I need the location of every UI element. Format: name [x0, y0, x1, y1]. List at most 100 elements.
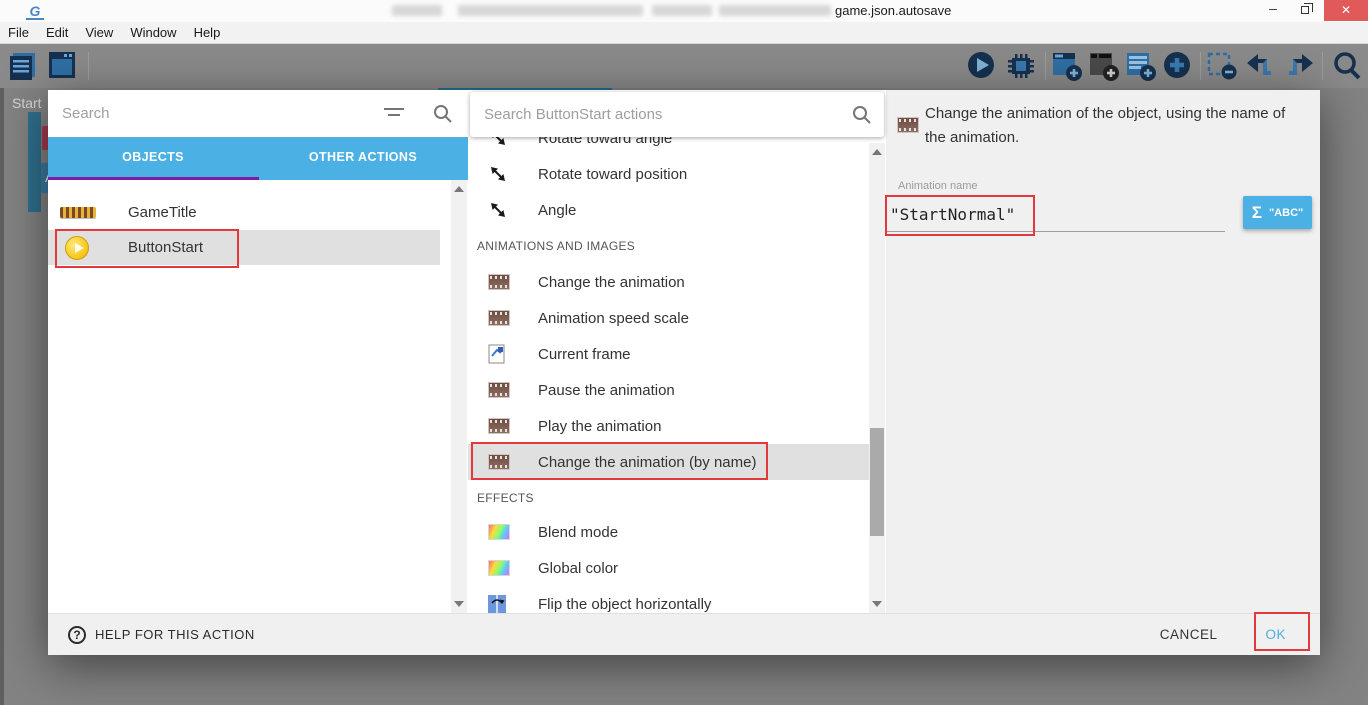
sigma-icon: Σ	[1252, 203, 1262, 223]
start-page-icon[interactable]	[48, 51, 78, 81]
object-name: ButtonStart	[128, 239, 203, 256]
animation-icon	[488, 418, 510, 434]
tab-objects[interactable]: OBJECTS	[48, 137, 258, 180]
action-label: Angle	[538, 202, 576, 219]
action-label: Change the animation	[538, 274, 685, 291]
menu-view[interactable]: View	[85, 25, 113, 40]
toolbar-separator	[1322, 52, 1323, 80]
tab-other-actions[interactable]: OTHER ACTIONS	[258, 137, 468, 180]
rotate-arrow-icon	[488, 200, 508, 220]
flip-horizontal-icon	[488, 595, 506, 613]
action-row[interactable]: Global color	[468, 550, 869, 586]
toolbar-search-icon[interactable]	[1332, 51, 1364, 83]
action-label: Play the animation	[538, 418, 661, 435]
play-icon[interactable]	[966, 51, 998, 81]
menu-edit[interactable]: Edit	[46, 25, 68, 40]
object-row-gametitle[interactable]: GameTitle	[48, 195, 440, 230]
section-header: ANIMATIONS AND IMAGES	[468, 228, 869, 264]
scroll-down-icon[interactable]	[872, 601, 882, 607]
add-external-events-icon[interactable]	[1126, 51, 1158, 83]
restore-button[interactable]	[1290, 0, 1324, 21]
help-for-this-action-button[interactable]: HELP FOR THIS ACTION	[68, 626, 255, 644]
animation-name-input[interactable]	[886, 198, 1225, 232]
expression-builder-button[interactable]: Σ "ABC"	[1243, 196, 1312, 229]
object-search-icon[interactable]	[433, 104, 453, 124]
filter-icon[interactable]	[382, 107, 406, 121]
project-manager-icon[interactable]	[10, 51, 40, 81]
object-list-scrollbar[interactable]	[451, 180, 467, 613]
add-icon[interactable]	[1163, 51, 1195, 83]
window-title: game.json.autosave	[835, 3, 951, 18]
scene-tab-label: Start	[12, 95, 42, 111]
scroll-up-icon[interactable]	[454, 186, 464, 192]
action-label: Rotate toward position	[538, 166, 687, 183]
action-label: Blend mode	[538, 524, 618, 541]
gametitle-thumbnail-icon	[60, 207, 96, 218]
action-row[interactable]: Pause the animation	[468, 372, 869, 408]
action-row[interactable]: Current frame	[468, 336, 869, 372]
scroll-up-icon[interactable]	[872, 149, 882, 155]
section-header: EFFECTS	[468, 480, 869, 516]
animation-icon	[897, 117, 919, 133]
actions-search-input[interactable]	[470, 92, 884, 137]
action-description: Change the animation of the object, usin…	[925, 102, 1297, 150]
toolbar	[0, 44, 1368, 88]
action-row[interactable]: Play the animation	[468, 408, 869, 444]
menu-file[interactable]: File	[8, 25, 29, 40]
cancel-button[interactable]: CANCEL	[1146, 619, 1232, 650]
actions-list-scrollbar[interactable]	[869, 143, 885, 613]
global-color-icon	[488, 560, 510, 576]
actions-list: Rotate toward angle Rotate toward positi…	[468, 90, 869, 613]
close-button[interactable]: ✕	[1324, 0, 1368, 21]
editor-left-edge	[0, 88, 4, 705]
event-sheet-bar	[28, 112, 41, 212]
action-label: Flip the object horizontally	[538, 596, 711, 613]
scroll-down-icon[interactable]	[454, 601, 464, 607]
object-name: GameTitle	[128, 204, 197, 221]
action-row[interactable]: Change the animation	[468, 264, 869, 300]
actions-search-bar	[470, 92, 884, 137]
action-row[interactable]: Animation speed scale	[468, 300, 869, 336]
action-row[interactable]: Blend mode	[468, 514, 869, 550]
application-window: G game.json.autosave – ✕ File Edit View …	[0, 0, 1368, 705]
actions-search-icon[interactable]	[852, 105, 872, 125]
menu-help[interactable]: Help	[194, 25, 221, 40]
action-row[interactable]: Flip the object horizontally	[468, 586, 869, 613]
animation-icon	[488, 454, 510, 470]
action-row[interactable]: Angle	[468, 192, 869, 228]
footer-actions: CANCEL OK	[1146, 619, 1306, 650]
toolbar-separator	[1045, 52, 1046, 80]
title-blurred-segment	[719, 5, 831, 16]
ok-button[interactable]: OK	[1245, 619, 1306, 650]
gdevelop-logo-icon: G	[26, 2, 44, 20]
parameter-label: Animation name	[898, 180, 978, 192]
object-search-bar	[48, 90, 468, 137]
debug-icon[interactable]	[1004, 51, 1038, 81]
animation-icon	[488, 382, 510, 398]
action-editor-dialog: OBJECTS OTHER ACTIONS GameTitle ButtonSt…	[48, 90, 1320, 655]
undo-icon[interactable]	[1245, 51, 1277, 81]
toolbar-separator	[1200, 52, 1201, 80]
action-label: Pause the animation	[538, 382, 675, 399]
section-label: EFFECTS	[477, 491, 534, 505]
add-external-layout-icon[interactable]	[1089, 51, 1121, 83]
action-row-selected[interactable]: Change the animation (by name)	[468, 444, 869, 480]
action-label: Current frame	[538, 346, 631, 363]
action-label: Change the animation (by name)	[538, 454, 756, 471]
expression-builder-label: "ABC"	[1269, 207, 1303, 219]
add-scene-icon[interactable]	[1052, 51, 1084, 83]
dialog-footer: HELP FOR THIS ACTION CANCEL OK	[48, 613, 1320, 655]
animation-icon	[488, 310, 510, 326]
remove-selection-icon[interactable]	[1207, 51, 1241, 83]
menu-window[interactable]: Window	[130, 25, 176, 40]
object-tabs: OBJECTS OTHER ACTIONS	[48, 137, 468, 180]
minimize-button[interactable]: –	[1256, 0, 1290, 21]
action-row[interactable]: Rotate toward position	[468, 156, 869, 192]
scrollbar-thumb[interactable]	[870, 428, 884, 536]
title-blurred-segment	[458, 5, 643, 16]
redo-icon[interactable]	[1283, 51, 1315, 81]
object-row-buttonstart[interactable]: ButtonStart	[48, 230, 440, 265]
current-frame-icon	[488, 344, 506, 364]
blend-mode-icon	[488, 524, 510, 540]
action-label: Animation speed scale	[538, 310, 689, 327]
